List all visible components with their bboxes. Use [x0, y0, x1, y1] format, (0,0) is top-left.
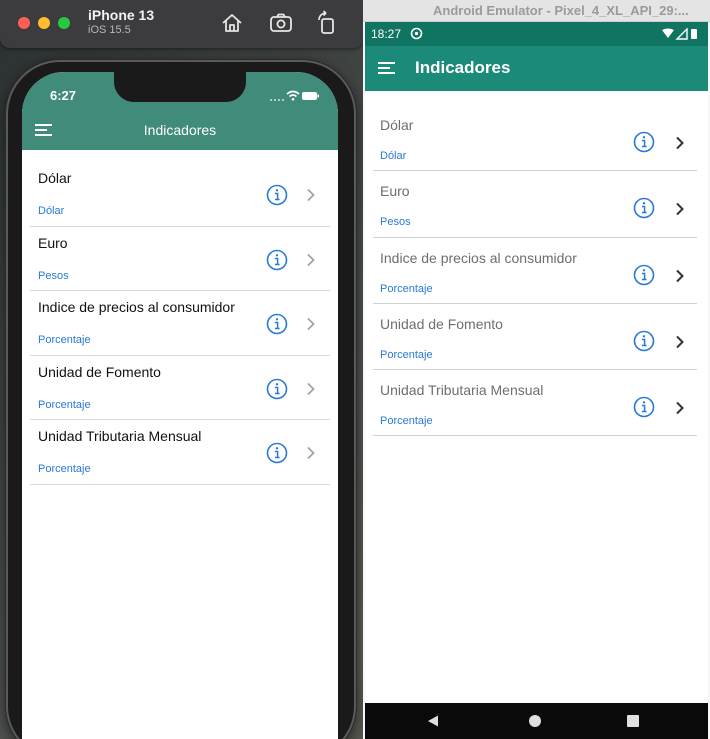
- ios-status-icons: [268, 89, 320, 107]
- list-item-subtitle: Porcentaje: [380, 348, 433, 361]
- android-app-bar: Indicadores: [365, 46, 708, 91]
- android-page-title: Indicadores: [415, 58, 511, 77]
- android-window-titlebar: Android Emulator - Pixel_4_XL_API_29:...: [363, 0, 710, 22]
- info-icon[interactable]: [633, 396, 655, 418]
- android-status-time: 18:27: [371, 27, 402, 41]
- iphone-screen: 6:27 Indicadores Dólar Dólar Euro Pesos …: [22, 72, 338, 739]
- ios-page-title: Indicadores: [143, 122, 217, 138]
- list-item-subtitle: Pesos: [38, 269, 69, 282]
- list-item-title: Unidad de Fomento: [38, 363, 161, 380]
- ios-nav-bar: 6:27 Indicadores: [22, 72, 338, 150]
- wifi-icon: [286, 90, 300, 101]
- minimize-window-button[interactable]: [38, 17, 50, 29]
- list-item[interactable]: Euro Pesos: [373, 171, 697, 238]
- signal-icon: [270, 99, 284, 101]
- battery-icon: [302, 92, 319, 100]
- chevron-right-icon: [676, 203, 684, 216]
- chevron-right-icon: [676, 269, 684, 282]
- wifi-icon: [662, 28, 674, 38]
- android-content: Dólar Dólar Euro Pesos Indice de precios…: [365, 91, 708, 703]
- list-item-subtitle: Porcentaje: [380, 415, 433, 428]
- list-item[interactable]: Euro Pesos: [30, 227, 330, 291]
- ios-indicator-list: Dólar Dólar Euro Pesos Indice de precios…: [30, 162, 330, 485]
- android-navigation-bar: [365, 703, 708, 739]
- list-item[interactable]: Dólar Dólar: [373, 105, 697, 172]
- list-item[interactable]: Unidad Tributaria Mensual Porcentaje: [373, 370, 697, 437]
- home-icon[interactable]: [219, 10, 245, 36]
- hamburger-menu-icon[interactable]: [377, 60, 397, 76]
- info-icon[interactable]: [633, 330, 655, 352]
- chevron-right-icon: [676, 136, 684, 150]
- list-item-subtitle: Porcentaje: [38, 398, 91, 411]
- iphone-notch: [114, 72, 246, 102]
- chevron-right-icon: [307, 253, 315, 266]
- list-item[interactable]: Indice de precios al consumidor Porcenta…: [373, 238, 697, 304]
- list-item-subtitle: Pesos: [380, 216, 411, 229]
- zoom-window-button[interactable]: [58, 17, 70, 29]
- battery-icon: [691, 29, 697, 39]
- ios-status-time: 6:27: [50, 88, 77, 103]
- simulator-os-version: iOS 15.5: [88, 24, 131, 36]
- simulator-device-name: iPhone 13: [88, 7, 155, 23]
- list-item-title: Unidad de Fomento: [380, 315, 503, 332]
- sync-icon: [410, 27, 423, 40]
- list-item-title: Unidad Tributaria Mensual: [380, 382, 544, 399]
- info-icon[interactable]: [633, 131, 655, 153]
- info-icon[interactable]: [266, 378, 288, 400]
- list-item-title: Euro: [380, 183, 410, 200]
- chevron-right-icon: [307, 317, 315, 331]
- back-icon[interactable]: [427, 715, 439, 727]
- info-icon[interactable]: [266, 249, 288, 271]
- chevron-right-icon: [307, 188, 315, 202]
- android-indicator-list: Dólar Dólar Euro Pesos Indice de precios…: [373, 105, 697, 437]
- list-item-title: Euro: [38, 234, 68, 251]
- rotate-icon[interactable]: [314, 10, 340, 36]
- list-item-title: Unidad Tributaria Mensual: [38, 428, 202, 444]
- android-emulator-window: Android Emulator - Pixel_4_XL_API_29:...…: [363, 0, 710, 739]
- android-window-title: Android Emulator - Pixel_4_XL_API_29:...: [433, 3, 689, 18]
- signal-icon: [675, 28, 688, 40]
- recents-icon[interactable]: [627, 715, 639, 727]
- list-item-subtitle: Porcentaje: [38, 334, 91, 346]
- ios-simulator-toolbar: iPhone 13 iOS 15.5: [0, 0, 363, 48]
- info-icon[interactable]: [266, 313, 288, 335]
- list-item-subtitle: Porcentaje: [38, 463, 91, 475]
- list-item-subtitle: Porcentaje: [380, 282, 433, 295]
- chevron-right-icon: [307, 446, 315, 460]
- list-item[interactable]: Indice de precios al consumidor Porcenta…: [30, 291, 330, 356]
- chevron-right-icon: [676, 401, 684, 415]
- list-item-title: Indice de precios al consumidor: [38, 299, 235, 315]
- chevron-right-icon: [676, 335, 684, 349]
- list-item[interactable]: Unidad Tributaria Mensual Porcentaje: [30, 420, 330, 485]
- android-status-bar: 18:27: [365, 22, 708, 46]
- list-item[interactable]: Unidad de Fomento Porcentaje: [30, 356, 330, 420]
- list-item-subtitle: Dólar: [380, 150, 407, 162]
- info-icon[interactable]: [633, 197, 655, 219]
- home-icon[interactable]: [529, 715, 541, 727]
- list-item[interactable]: Dólar Dólar: [30, 162, 330, 227]
- screenshot-icon[interactable]: [268, 10, 294, 36]
- android-status-icons: [662, 28, 697, 40]
- list-item-title: Indice de precios al consumidor: [380, 249, 577, 266]
- chevron-right-icon: [307, 382, 315, 395]
- info-icon[interactable]: [633, 264, 655, 286]
- list-item-title: Dólar: [380, 117, 414, 133]
- list-item-subtitle: Dólar: [38, 205, 65, 217]
- list-item[interactable]: Unidad de Fomento Porcentaje: [373, 304, 697, 371]
- info-icon[interactable]: [266, 184, 288, 206]
- close-window-button[interactable]: [18, 17, 30, 29]
- list-item-title: Dólar: [38, 170, 72, 186]
- info-icon[interactable]: [266, 442, 288, 464]
